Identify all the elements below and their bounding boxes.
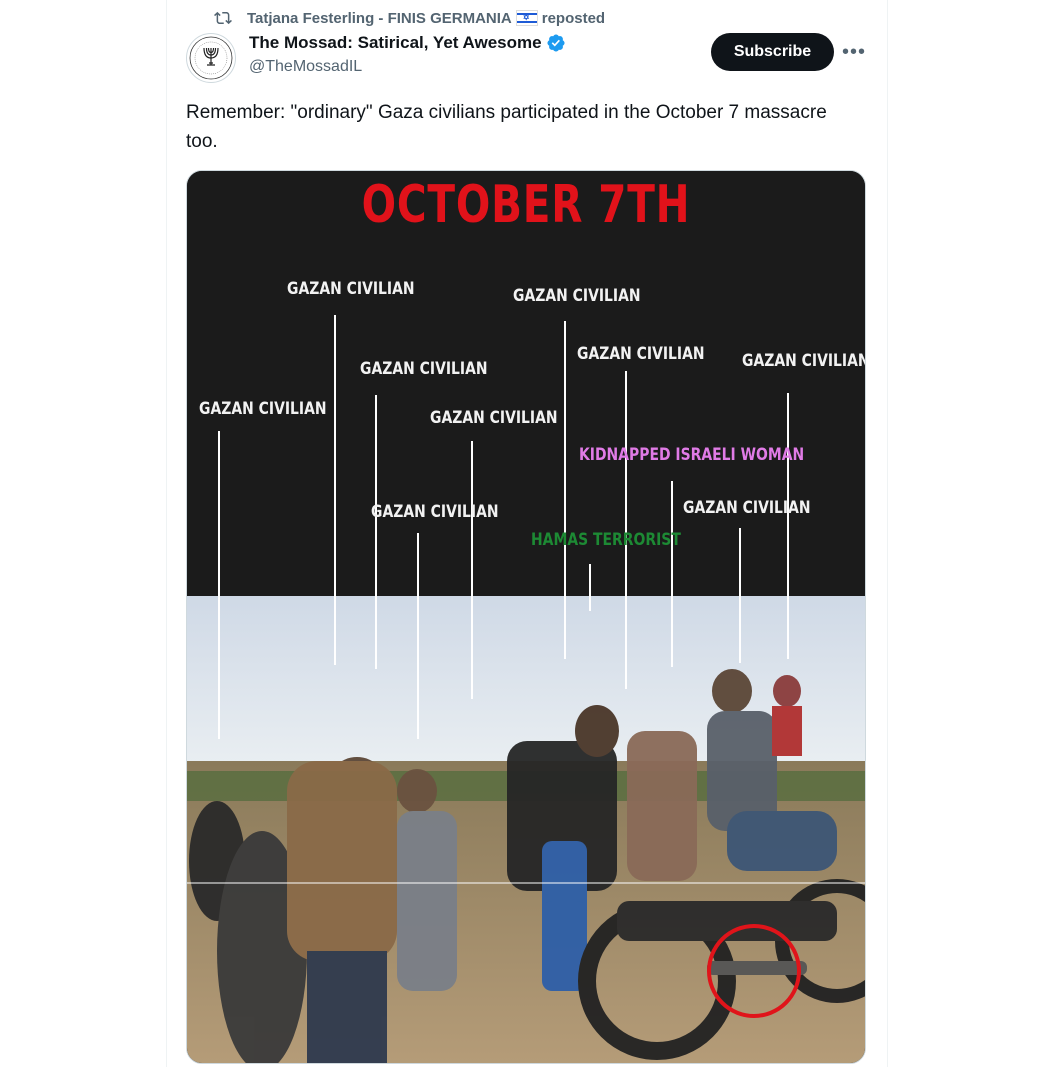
menorah-logo-icon <box>189 36 233 80</box>
label-gazan-civilian: GAZAN CIVILIAN <box>742 351 866 371</box>
tweet-media-image[interactable]: OCTOBER 7TH GAZAN CIVILIAN GAZAN CIVILIA… <box>186 170 866 1064</box>
label-gazan-civilian: GAZAN CIVILIAN <box>199 399 327 419</box>
tweet-text: Remember: "ordinary" Gaza civilians part… <box>186 102 827 152</box>
label-gazan-civilian: GAZAN CIVILIAN <box>683 498 811 518</box>
label-gazan-civilian: GAZAN CIVILIAN <box>430 408 558 428</box>
label-gazan-civilian: GAZAN CIVILIAN <box>287 279 415 299</box>
author-name-row[interactable]: The Mossad: Satirical, Yet Awesome <box>249 33 566 53</box>
avatar[interactable] <box>186 33 236 83</box>
israel-flag-icon: ✡ <box>515 10 538 26</box>
author-handle[interactable]: @TheMossadIL <box>249 58 362 76</box>
repost-suffix: reposted <box>541 9 606 27</box>
label-gazan-civilian: GAZAN CIVILIAN <box>371 502 499 522</box>
repost-icon <box>214 11 232 25</box>
label-hamas-terrorist: HAMAS TERRORIST <box>531 530 681 550</box>
label-kidnapped-israeli-woman: KIDNAPPED ISRAELI WOMAN <box>579 445 805 465</box>
subscribe-button[interactable]: Subscribe <box>711 33 834 71</box>
more-options-icon[interactable]: ••• <box>840 38 868 66</box>
repost-user[interactable]: Tatjana Festerling - FINIS GERMANIA <box>247 10 512 27</box>
label-gazan-civilian: GAZAN CIVILIAN <box>577 344 705 364</box>
label-gazan-civilian: GAZAN CIVILIAN <box>513 286 641 306</box>
media-title: OCTOBER 7TH <box>361 175 691 235</box>
label-gazan-civilian: GAZAN CIVILIAN <box>360 359 488 379</box>
repost-header[interactable]: Tatjana Festerling - FINIS GERMANIA ✡ re… <box>214 8 605 28</box>
verified-badge-icon[interactable] <box>546 33 566 53</box>
author-name[interactable]: The Mossad: Satirical, Yet Awesome <box>249 33 542 53</box>
